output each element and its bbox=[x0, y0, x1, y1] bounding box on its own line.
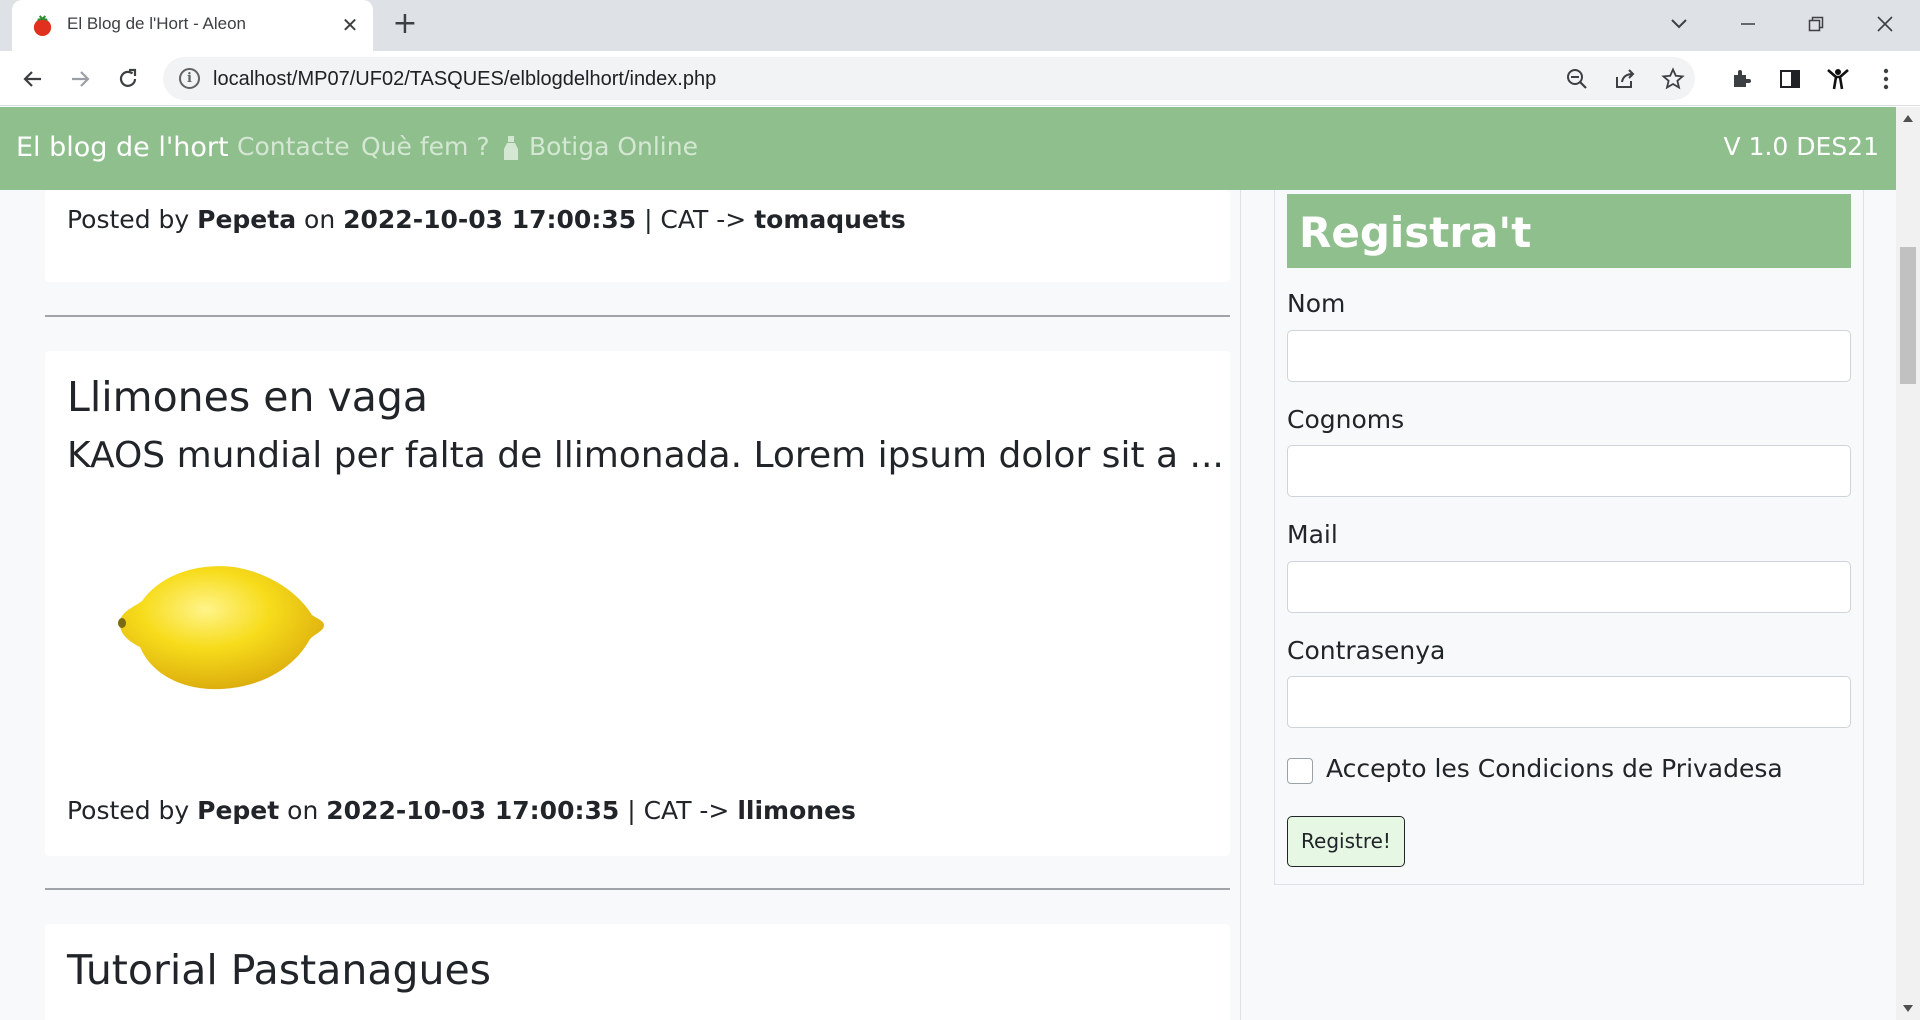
post-date: 2022-10-03 17:00:35 bbox=[343, 205, 637, 234]
site-navbar: El blog de l'hort Contacte Què fem ? Bot… bbox=[0, 107, 1896, 190]
browser-menu-icon[interactable] bbox=[1871, 64, 1901, 94]
post-title[interactable]: Llimones en vaga bbox=[67, 373, 428, 421]
posted-by-label: Posted by bbox=[67, 205, 190, 234]
tomato-favicon-icon bbox=[33, 15, 52, 37]
extensions-icon[interactable] bbox=[1727, 64, 1757, 94]
zoom-out-icon[interactable] bbox=[1563, 65, 1591, 93]
lemon-image bbox=[118, 566, 324, 690]
nav-link-botiga-online[interactable]: Botiga Online bbox=[529, 132, 698, 161]
new-tab-button[interactable]: + bbox=[389, 9, 421, 41]
site-version: V 1.0 DES21 bbox=[1723, 132, 1879, 161]
nav-link-que-fem[interactable]: Què fem ? bbox=[361, 132, 490, 161]
site-info-icon[interactable]: i bbox=[179, 68, 200, 89]
scrollbar-thumb[interactable] bbox=[1900, 247, 1916, 384]
restore-icon[interactable] bbox=[1798, 9, 1834, 39]
post-card-llimones: Llimones en vaga KAOS mundial per falta … bbox=[45, 351, 1230, 856]
post-category[interactable]: llimones bbox=[737, 796, 856, 825]
contrasenya-label: Contrasenya bbox=[1287, 636, 1446, 665]
register-title: Registra't bbox=[1299, 208, 1532, 257]
post-subtitle: KAOS mundial per falta de llimonada. Lor… bbox=[67, 435, 1224, 476]
scroll-up-arrow-icon[interactable] bbox=[1903, 115, 1913, 122]
browser-toolbar: i localhost/MP07/UF02/TASQUES/elblogdelh… bbox=[0, 51, 1920, 106]
nom-input[interactable] bbox=[1287, 330, 1851, 382]
post-meta: Posted by Pepeta on 2022-10-03 17:00:35 … bbox=[67, 205, 906, 234]
post-date: 2022-10-03 17:00:35 bbox=[326, 796, 620, 825]
on-label: on bbox=[304, 205, 336, 234]
post-meta: Posted by Pepet on 2022-10-03 17:00:35 |… bbox=[67, 796, 856, 825]
minimize-icon[interactable] bbox=[1730, 9, 1766, 39]
side-panel-icon[interactable] bbox=[1775, 64, 1805, 94]
shop-bottle-icon bbox=[504, 136, 518, 160]
cognoms-input[interactable] bbox=[1287, 445, 1851, 497]
nom-label: Nom bbox=[1287, 289, 1346, 318]
reload-icon[interactable] bbox=[111, 62, 145, 96]
mail-label: Mail bbox=[1287, 520, 1338, 549]
url-text[interactable]: localhost/MP07/UF02/TASQUES/elblogdelhor… bbox=[213, 68, 716, 91]
site-brand-link[interactable]: El blog de l'hort bbox=[16, 132, 229, 163]
post-title[interactable]: Tutorial Pastanagues bbox=[67, 946, 491, 994]
post-divider bbox=[45, 315, 1230, 317]
page-scrollbar[interactable] bbox=[1896, 107, 1920, 1020]
scroll-down-arrow-icon[interactable] bbox=[1903, 1005, 1913, 1012]
posted-by-label: Posted by bbox=[67, 796, 190, 825]
register-button[interactable]: Registre! bbox=[1287, 816, 1405, 867]
tab-close-icon[interactable]: ✕ bbox=[337, 12, 363, 38]
bookmark-star-icon[interactable] bbox=[1659, 65, 1687, 93]
category-label: | CAT -> bbox=[644, 205, 747, 234]
browser-tab[interactable]: El Blog de l'Hort - Aleon ✕ bbox=[12, 0, 373, 51]
post-author: Pepet bbox=[197, 796, 280, 825]
post-card-tomaquets: Posted by Pepeta on 2022-10-03 17:00:35 … bbox=[45, 190, 1230, 282]
tab-strip: El Blog de l'Hort - Aleon ✕ + bbox=[0, 0, 1920, 51]
page-viewport: El blog de l'hort Contacte Què fem ? Bot… bbox=[0, 107, 1920, 1020]
back-icon[interactable] bbox=[16, 62, 50, 96]
post-category[interactable]: tomaquets bbox=[754, 205, 906, 234]
tab-title: El Blog de l'Hort - Aleon bbox=[67, 14, 247, 33]
privacy-checkbox-label[interactable]: Accepto les Condicions de Privadesa bbox=[1326, 754, 1783, 783]
register-card: Registra't Nom Cognoms Mail Contrasenya … bbox=[1274, 190, 1864, 885]
nav-link-contacte[interactable]: Contacte bbox=[237, 132, 350, 161]
posts-column: Posted by Pepeta on 2022-10-03 17:00:35 … bbox=[34, 190, 1241, 1020]
privacy-checkbox[interactable] bbox=[1287, 758, 1313, 784]
share-icon[interactable] bbox=[1611, 65, 1639, 93]
address-bar[interactable]: i localhost/MP07/UF02/TASQUES/elblogdelh… bbox=[163, 57, 1695, 100]
mail-input[interactable] bbox=[1287, 561, 1851, 613]
post-author: Pepeta bbox=[197, 205, 297, 234]
post-divider bbox=[45, 888, 1230, 890]
cognoms-label: Cognoms bbox=[1287, 405, 1405, 434]
tab-search-icon[interactable] bbox=[1661, 9, 1697, 39]
category-label: | CAT -> bbox=[627, 796, 730, 825]
register-header: Registra't bbox=[1287, 194, 1851, 268]
contrasenya-input[interactable] bbox=[1287, 676, 1851, 728]
post-card-pastanagues: Tutorial Pastanagues bbox=[45, 924, 1230, 1020]
forward-icon[interactable] bbox=[63, 62, 97, 96]
profile-avatar-icon[interactable] bbox=[1823, 64, 1853, 94]
close-window-icon[interactable] bbox=[1867, 9, 1903, 39]
on-label: on bbox=[287, 796, 319, 825]
